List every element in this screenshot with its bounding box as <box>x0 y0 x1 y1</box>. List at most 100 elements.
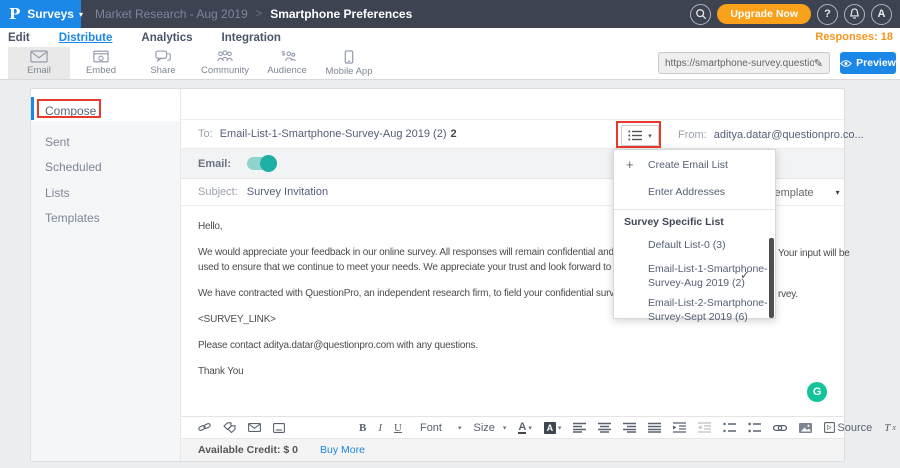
sidebar-item-templates[interactable]: Templates <box>45 211 100 225</box>
tab-audience[interactable]: $ Audience <box>256 47 318 79</box>
chain-link-button[interactable] <box>773 424 787 432</box>
tab-embed[interactable]: Embed <box>70 47 132 79</box>
tab-mobile-app-label: Mobile App <box>325 66 372 77</box>
bg-color-icon: A <box>544 422 556 434</box>
font-select[interactable]: Font ▾ <box>420 422 462 434</box>
tab-email[interactable]: Email <box>8 47 70 79</box>
notifications-button[interactable] <box>844 4 865 25</box>
enter-addresses-item[interactable]: Enter Addresses <box>648 186 725 198</box>
option-default-list[interactable]: Default List-0 (3) <box>648 238 726 252</box>
option-email-list-2[interactable]: Email-List-2-Smartphone- Survey-Sept 201… <box>648 296 768 324</box>
caret-down-icon: ▾ <box>79 10 83 19</box>
buy-more-link[interactable]: Buy More <box>320 444 365 456</box>
community-icon <box>216 50 234 63</box>
sidebar-item-scheduled[interactable]: Scheduled <box>45 160 102 174</box>
surveys-menu[interactable]: P Surveys ▾ <box>0 0 81 28</box>
numbered-list-button[interactable] <box>748 422 761 433</box>
caret-down-icon: ▾ <box>558 424 562 432</box>
align-left-button[interactable] <box>573 422 586 433</box>
insert-image-button[interactable] <box>799 423 812 433</box>
caret-down-icon: ▾ <box>458 424 462 432</box>
bell-icon <box>849 8 860 20</box>
insert-tag-button[interactable] <box>223 422 236 433</box>
from-value[interactable]: aditya.datar@questionpro.co... <box>714 129 864 141</box>
align-justify-icon <box>648 422 661 433</box>
dropdown-scrollbar[interactable] <box>769 238 774 318</box>
toggle-knob <box>260 155 277 172</box>
tab-mobile-app[interactable]: Mobile App <box>318 47 380 79</box>
help-button[interactable]: ? <box>817 4 838 25</box>
clear-format-button[interactable]: Tx <box>884 422 896 434</box>
bold-button[interactable]: B <box>359 422 366 434</box>
preview-button[interactable]: Preview <box>840 52 896 74</box>
insert-link-button[interactable] <box>198 422 211 433</box>
size-select[interactable]: Size ▾ <box>474 422 507 434</box>
grammarly-button[interactable]: G <box>807 382 827 402</box>
tab-integration[interactable]: Integration <box>222 32 281 44</box>
tab-mobile-audience-label: Audience <box>267 65 307 76</box>
font-select-label: Font <box>420 422 442 434</box>
grammarly-icon: G <box>813 385 821 400</box>
questionpro-logo-icon: P <box>9 5 20 23</box>
email-toggle[interactable] <box>247 157 277 170</box>
upgrade-now-button[interactable]: Upgrade Now <box>717 4 811 24</box>
template-dropdown[interactable]: Template ▾ <box>769 179 840 206</box>
body-paragraph: Please contact aditya.datar@questionpro.… <box>198 338 844 353</box>
share-icon <box>155 50 172 63</box>
body-paragraph: Thank You <box>198 364 844 379</box>
bg-color-button[interactable]: A▾ <box>544 422 562 434</box>
audience-icon: $ <box>278 50 296 63</box>
italic-button[interactable]: I <box>378 422 382 434</box>
underline-button[interactable]: U <box>394 422 402 434</box>
bullet-list-icon <box>723 422 736 433</box>
subject-value[interactable]: Survey Invitation <box>247 186 328 198</box>
sidebar-item-compose[interactable]: Compose <box>45 104 96 118</box>
to-label: To: <box>198 128 213 140</box>
insert-email-button[interactable] <box>248 423 261 432</box>
caret-down-icon: ▾ <box>503 424 507 432</box>
insert-button-button[interactable] <box>273 423 285 433</box>
search-icon <box>695 8 707 20</box>
source-icon: ᐅ <box>824 422 835 433</box>
tab-share[interactable]: Share <box>132 47 194 79</box>
tab-distribute[interactable]: Distribute <box>59 32 113 44</box>
outdent-icon <box>698 422 711 433</box>
sidebar-item-sent[interactable]: Sent <box>45 135 70 149</box>
tab-community[interactable]: Community <box>194 47 256 79</box>
align-justify-button[interactable] <box>648 422 661 433</box>
caret-down-icon: ▾ <box>528 424 532 432</box>
create-email-list-item[interactable]: Create Email List <box>648 159 728 171</box>
option-line: Survey-Sept 2019 (6) <box>648 310 768 324</box>
tab-analytics[interactable]: Analytics <box>141 32 192 44</box>
breadcrumb-parent[interactable]: Market Research - Aug 2019 <box>95 7 248 21</box>
to-row: To: Email-List-1-Smartphone-Survey-Aug 2… <box>181 119 844 149</box>
edit-url-icon[interactable]: ✎ <box>814 57 823 70</box>
bullet-list-button[interactable] <box>723 422 736 433</box>
indent-button[interactable] <box>673 422 686 433</box>
sidebar-item-lists[interactable]: Lists <box>45 186 70 200</box>
mobile-app-icon <box>344 50 354 64</box>
survey-specific-list-header: Survey Specific List <box>624 216 724 228</box>
align-right-button[interactable] <box>623 422 636 433</box>
image-icon <box>799 423 812 433</box>
survey-url-value: https://smartphone-survey.questionpro <box>665 58 814 69</box>
subject-label: Subject: <box>198 186 238 198</box>
avatar[interactable]: A <box>871 4 892 25</box>
responses-count[interactable]: Responses: 18 <box>815 31 893 43</box>
email-sidebar: Compose Sent Scheduled Lists Templates <box>31 89 181 461</box>
text-color-button[interactable]: A▾ <box>518 422 531 434</box>
tab-edit[interactable]: Edit <box>8 32 30 44</box>
outdent-button[interactable] <box>698 422 711 433</box>
embed-icon <box>93 50 109 63</box>
survey-url-field[interactable]: https://smartphone-survey.questionpro ✎ <box>658 52 830 74</box>
align-center-button[interactable] <box>598 422 611 433</box>
search-button[interactable] <box>690 4 711 25</box>
available-credit: Available Credit: $ 0 <box>198 444 298 456</box>
preview-label: Preview <box>856 57 896 69</box>
email-list-picker-button[interactable]: ▾ <box>621 125 659 146</box>
size-select-label: Size <box>474 422 495 434</box>
plus-icon: + <box>626 157 634 172</box>
check-icon: ✓ <box>740 268 750 282</box>
to-value[interactable]: Email-List-1-Smartphone-Survey-Aug 2019 … <box>220 128 447 140</box>
source-button[interactable]: ᐅSource <box>824 422 872 434</box>
